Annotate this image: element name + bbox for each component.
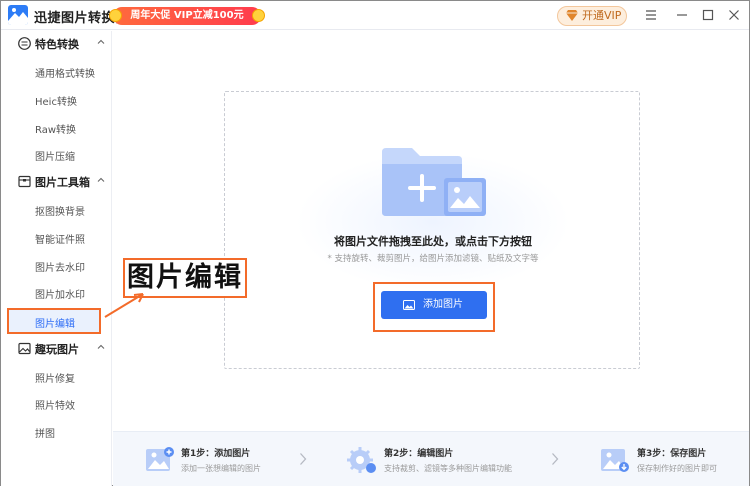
minimize-icon[interactable] [674,7,690,23]
sidebar-item-photo-effects[interactable]: 照片特效 [35,397,75,412]
close-icon[interactable] [726,7,742,23]
maximize-icon[interactable] [700,7,716,23]
sidebar-item-raw-convert[interactable]: Raw转换 [35,121,76,136]
edit-gear-step-icon [347,447,376,473]
vip-button[interactable]: 开通VIP [557,6,627,26]
promo-banner[interactable]: 周年大促 VIP立减100元 [109,7,265,25]
chevron-up-icon [97,39,105,44]
add-image-label: 添加图片 [423,299,463,310]
promo-text: 周年大促 VIP立减100元 [130,10,244,21]
convert-icon [18,37,31,50]
toolbox-icon [18,175,31,188]
sidebar-item-compress[interactable]: 图片压缩 [35,148,75,163]
sidebar-group-toolbox[interactable]: 图片工具箱 [1,169,112,195]
sidebar-item-photo-repair[interactable]: 照片修复 [35,370,75,385]
add-image-highlight: 添加图片 [373,282,495,332]
add-image-step-icon [146,447,174,471]
vip-label: 开通VIP [582,9,622,22]
sidebar-item-format-convert[interactable]: 通用格式转换 [35,65,95,80]
drop-zone[interactable]: 将图片文件拖拽至此处，或点击下方按钮 * 支持旋转、裁剪图片，给图片添加滤镜、贴… [224,91,640,369]
sidebar-item-cutout-background[interactable]: 抠图换背景 [35,203,85,218]
step-3-title: 第3步：保存图片 [637,449,707,459]
chevron-up-icon [97,344,105,349]
image-icon [403,300,415,310]
sidebar-item-heic-convert[interactable]: Heic转换 [35,93,77,108]
sidebar-item-image-edit[interactable]: 图片编辑 [7,308,101,334]
folder-add-image-icon [382,148,486,216]
coin-icon [109,9,122,22]
sidebar-group-label: 图片工具箱 [35,176,90,189]
steps-bar: 第1步：添加图片 添加一张想编辑的图片 第2步：编辑图片 支持裁剪、滤镜等多种图… [113,431,749,486]
image-icon [18,342,31,355]
sidebar: 特色转换 通用格式转换 Heic转换 Raw转换 图片压缩 图片工具箱 抠图换背… [1,31,112,486]
app-window: 迅捷图片转换器 周年大促 VIP立减100元 开通VIP 特色转换 通用格式转换… [0,0,750,486]
step-2-title: 第2步：编辑图片 [384,449,454,459]
step-3-desc: 保存制作好的图片即可 [637,464,717,473]
sidebar-group-label: 趣玩图片 [35,343,79,356]
title-bar: 迅捷图片转换器 周年大促 VIP立减100元 开通VIP [1,1,749,30]
sidebar-group-fun-images[interactable]: 趣玩图片 [1,336,112,362]
sidebar-item-label: 图片编辑 [35,319,75,330]
chevron-up-icon [97,177,105,182]
sidebar-item-remove-watermark[interactable]: 图片去水印 [35,259,85,274]
chevron-right-icon [300,453,307,465]
annotation-arrow-icon [104,293,144,318]
coin-icon [252,9,265,22]
app-logo-icon [8,5,28,25]
diamond-icon [566,10,578,21]
menu-icon[interactable] [643,7,659,23]
sidebar-group-special-convert[interactable]: 特色转换 [1,31,112,57]
sidebar-group-label: 特色转换 [35,38,79,51]
drop-zone-subtitle: * 支持旋转、裁剪图片，给图片添加滤镜、贴纸及文字等 [327,254,539,264]
drop-zone-title: 将图片文件拖拽至此处，或点击下方按钮 [334,235,532,248]
sidebar-item-add-watermark[interactable]: 图片加水印 [35,286,85,301]
chevron-right-icon [552,453,559,465]
step-1-title: 第1步：添加图片 [181,449,251,459]
step-1-desc: 添加一张想编辑的图片 [181,464,261,473]
sidebar-item-collage[interactable]: 拼图 [35,425,55,440]
save-image-step-icon [601,449,629,472]
add-image-button[interactable]: 添加图片 [381,291,487,319]
step-2-desc: 支持裁剪、滤镜等多种图片编辑功能 [384,464,512,473]
sidebar-item-id-photo[interactable]: 智能证件照 [35,231,85,246]
